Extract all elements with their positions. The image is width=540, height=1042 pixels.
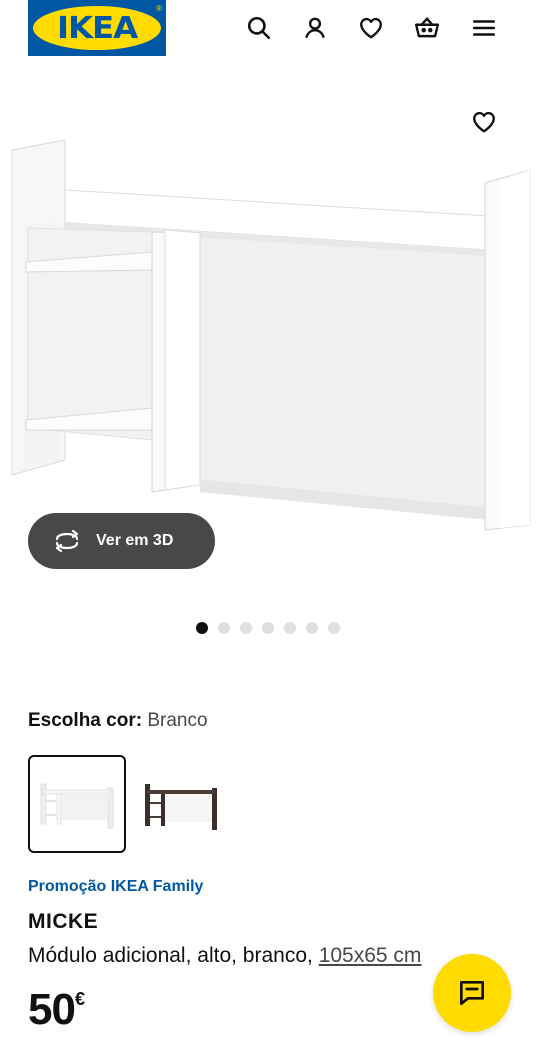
dark-brown-variant-thumbnail (145, 784, 217, 830)
product-price: 50€ (28, 985, 85, 1035)
ikea-logo[interactable]: IKEA ® (28, 0, 166, 56)
family-promo-label[interactable]: Promoção IKEA Family (28, 878, 203, 896)
logo-text: IKEA (56, 10, 138, 46)
pagination-dot[interactable] (240, 622, 252, 634)
logo-registered-mark: ® (156, 4, 162, 13)
pagination-dot[interactable] (262, 622, 274, 634)
view-in-3d-label: Ver em 3D (96, 532, 174, 549)
site-header: IKEA ® (0, 0, 540, 60)
price-currency: € (74, 989, 85, 1009)
pagination-dot[interactable] (306, 622, 318, 634)
color-choice-value: Branco (147, 710, 208, 731)
product-description-text: Módulo adicional, alto, branco, (28, 944, 319, 967)
pagination-dot-active[interactable] (196, 622, 208, 634)
add-to-favourites-button[interactable] (465, 103, 503, 141)
product-description: Módulo adicional, alto, branco, 105x65 c… (28, 944, 421, 968)
heart-icon (473, 111, 495, 133)
search-icon[interactable] (241, 10, 277, 46)
pagination-dot[interactable] (328, 622, 340, 634)
chat-icon (460, 981, 484, 1005)
menu-icon[interactable] (466, 10, 502, 46)
account-icon[interactable] (297, 10, 333, 46)
color-choice: Escolha cor: Branco (28, 710, 208, 732)
rotate-3d-icon (55, 530, 79, 552)
price-value: 50 (28, 985, 76, 1034)
pagination-dot[interactable] (218, 622, 230, 634)
product-measure-link[interactable]: 105x65 cm (319, 944, 422, 967)
white-variant-thumbnail (40, 783, 114, 829)
product-name: MICKE (28, 910, 99, 933)
color-choice-label: Escolha cor: (28, 710, 143, 731)
logo-oval: IKEA (33, 6, 161, 50)
color-swatch-white[interactable] (28, 755, 126, 853)
cart-icon[interactable] (409, 10, 445, 46)
wishlist-icon[interactable] (353, 10, 389, 46)
pagination-dot[interactable] (284, 622, 296, 634)
view-in-3d-button[interactable]: Ver em 3D (28, 513, 215, 569)
color-swatch-dark-brown[interactable] (132, 755, 230, 853)
gallery-pagination (196, 622, 340, 634)
chat-button[interactable] (433, 954, 511, 1032)
